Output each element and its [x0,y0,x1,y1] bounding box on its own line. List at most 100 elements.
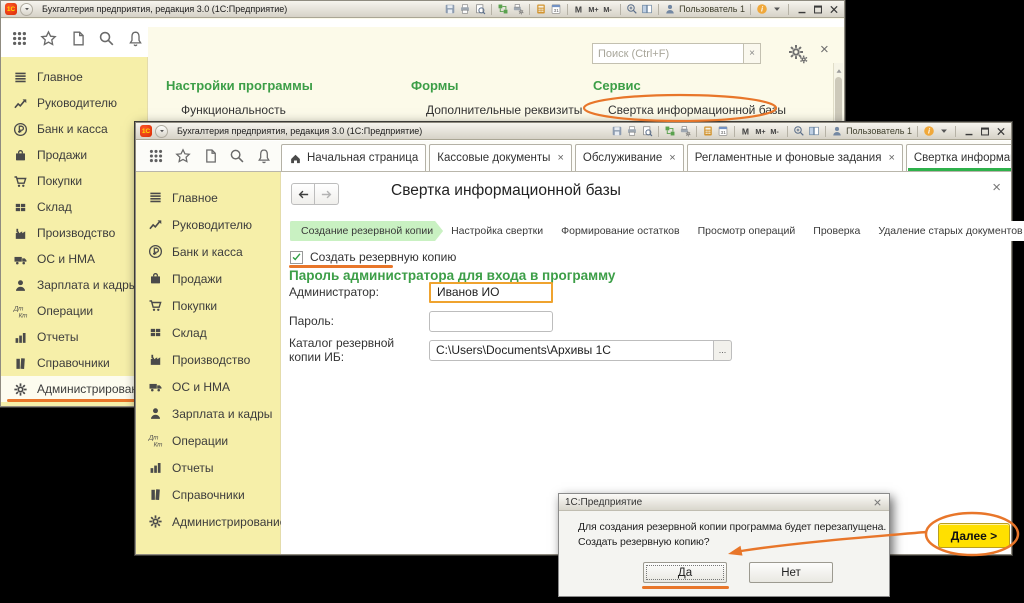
maximize-icon[interactable] [812,4,824,15]
search-icon[interactable] [229,148,245,164]
apps-grid-icon[interactable] [11,30,28,47]
sidebar-item-bank-cash[interactable]: Банк и касса [1,116,147,142]
dialog-yes-button[interactable]: Да [643,562,727,583]
caret-down-icon[interactable] [771,3,783,15]
sidebar-item-directories[interactable]: Справочники [1,350,147,376]
memory-m-plus-icon[interactable]: M+ [588,3,600,15]
sidebar-item-bank-cash[interactable]: Банк и касса [136,238,280,265]
wizard-step-2[interactable]: Настройка свертки [437,221,553,241]
sidebar-item-production[interactable]: Производство [136,346,280,373]
favorites-star-icon[interactable] [40,30,57,47]
print-preview-icon[interactable] [641,125,653,137]
memory-m-icon[interactable]: M [573,3,585,15]
sidebar-item-purchases[interactable]: Покупки [136,292,280,319]
tab-close-icon[interactable]: × [888,152,894,164]
sidebar-item-os-nma[interactable]: ОС и НМА [136,373,280,400]
forward-button[interactable] [315,183,339,205]
sidebar-item-administration[interactable]: Администрирование [1,376,147,402]
next-button[interactable]: Далее > [938,523,1010,548]
menu-item[interactable]: Функциональность [181,103,313,117]
search-icon[interactable] [98,30,115,47]
sidebar-item-warehouse[interactable]: Склад [1,194,147,220]
system-menu-caret-icon[interactable] [155,125,168,138]
maximize-icon[interactable] [979,126,991,137]
wizard-step-1[interactable]: Создание резервной копии [290,221,443,241]
print-settings-icon[interactable] [512,3,524,15]
calculator-icon[interactable] [702,125,714,137]
back-button[interactable] [291,183,315,205]
logo-1c[interactable]: 1С [140,125,152,137]
calendar-icon[interactable]: 31 [550,3,562,15]
sidebar-item-operations[interactable]: ДтКтОперации [136,427,280,454]
caret-down-icon[interactable] [938,125,950,137]
sidebar-item-os-nma[interactable]: ОС и НМА [1,246,147,272]
sidebar-item-reports[interactable]: Отчеты [1,324,147,350]
tab-maintenance[interactable]: Обслуживание× [575,144,684,171]
sidebar-item-sales[interactable]: Продажи [1,142,147,168]
menu-item[interactable]: Свертка информационной базы [608,103,786,117]
menu-close-icon[interactable]: × [820,42,829,57]
history-icon[interactable] [69,30,86,47]
print-settings-icon[interactable] [679,125,691,137]
close-icon[interactable] [828,4,840,15]
sidebar-item-warehouse[interactable]: Склад [136,319,280,346]
notifications-bell-icon[interactable] [256,148,272,164]
info-icon[interactable]: i [923,125,935,137]
sidebar-item-salary-hr[interactable]: Зарплата и кадры [1,272,147,298]
exchange-icon[interactable] [497,3,509,15]
settings-gears-icon[interactable] [788,44,808,64]
sidebar-item-production[interactable]: Производство [1,220,147,246]
tab-close-icon[interactable]: × [669,152,675,164]
scroll-up-icon[interactable] [834,63,844,73]
backup-checkbox-row[interactable]: Создать резервную копию [290,250,456,264]
tab-db-compression[interactable]: Свертка информационной базы× [906,144,1011,171]
user-chip[interactable]: Пользователь 1 [664,3,745,15]
favorites-star-icon[interactable] [175,148,191,164]
zoom-in-icon[interactable] [626,3,638,15]
memory-m-minus-icon[interactable]: M- [770,125,782,137]
wizard-step-3[interactable]: Формирование остатков [547,221,689,241]
dialog-no-button[interactable]: Нет [749,562,833,583]
calculator-icon[interactable] [535,3,547,15]
wizard-step-4[interactable]: Просмотр операций [684,221,806,241]
logo-1c[interactable]: 1С [5,3,17,15]
sidebar-item-administration[interactable]: Администрирование [136,508,280,535]
sidebar-item-reports[interactable]: Отчеты [136,454,280,481]
tab-home[interactable]: Начальная страница [281,144,426,171]
wizard-step-5[interactable]: Проверка [799,221,870,241]
print-icon[interactable] [459,3,471,15]
memory-m-minus-icon[interactable]: M- [603,3,615,15]
sidebar-item-manager[interactable]: Руководителю [136,211,280,238]
print-icon[interactable] [626,125,638,137]
backup-folder-input[interactable] [429,340,714,361]
tab-cash-documents[interactable]: Кассовые документы× [429,144,572,171]
split-view-icon[interactable] [808,125,820,137]
system-menu-caret-icon[interactable] [20,3,33,16]
print-preview-icon[interactable] [474,3,486,15]
info-icon[interactable]: i [756,3,768,15]
sidebar-item-operations[interactable]: ДтКтОперации [1,298,147,324]
save-icon[interactable] [444,3,456,15]
administrator-input[interactable] [429,282,553,303]
sidebar-item-main[interactable]: Главное [136,184,280,211]
user-chip[interactable]: Пользователь 1 [831,125,912,137]
sidebar-item-salary-hr[interactable]: Зарплата и кадры [136,400,280,427]
sidebar-item-directories[interactable]: Справочники [136,481,280,508]
backup-checkbox[interactable] [290,251,303,264]
tab-close-icon[interactable]: × [557,152,563,164]
password-input[interactable] [429,311,553,332]
history-icon[interactable] [202,148,218,164]
tab-scheduled-jobs[interactable]: Регламентные и фоновые задания× [687,144,903,171]
close-icon[interactable] [995,126,1007,137]
save-icon[interactable] [611,125,623,137]
apps-grid-icon[interactable] [148,148,164,164]
search-clear-icon[interactable]: × [744,43,761,64]
exchange-icon[interactable] [664,125,676,137]
dialog-close-icon[interactable] [872,497,883,508]
browse-button[interactable]: ... [714,340,732,361]
sidebar-item-manager[interactable]: Руководителю [1,90,147,116]
scrollbar-thumb[interactable] [835,77,842,123]
split-view-icon[interactable] [641,3,653,15]
menu-item[interactable]: Дополнительные реквизиты [426,103,582,117]
notifications-bell-icon[interactable] [127,30,144,47]
